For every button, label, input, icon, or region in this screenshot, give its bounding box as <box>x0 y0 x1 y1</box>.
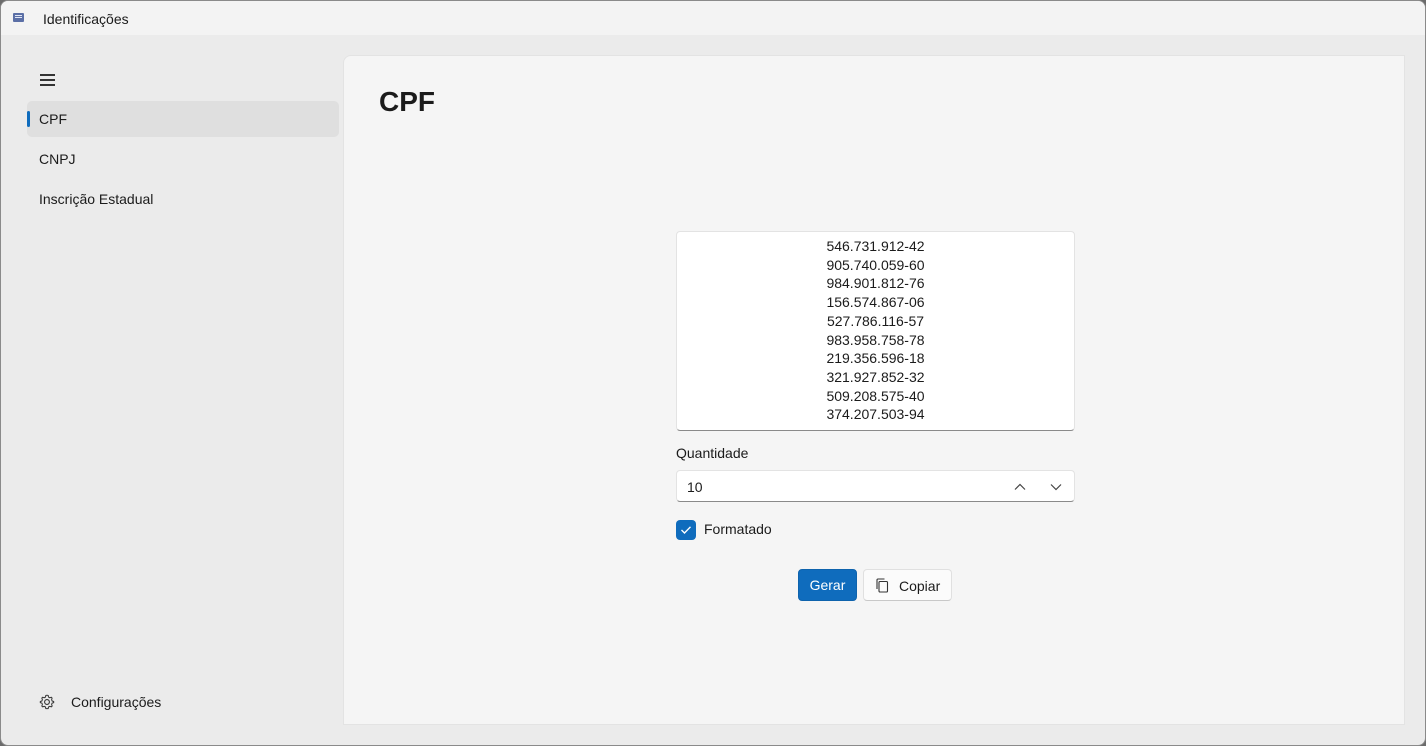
app-icon <box>13 13 24 22</box>
chevron-up-icon <box>1014 483 1026 490</box>
hamburger-icon <box>39 75 55 85</box>
cpf-output-line: 527.786.116-57 <box>826 312 925 329</box>
quantity-number-box[interactable]: 10 <box>676 470 1075 502</box>
generate-button-label: Gerar <box>809 577 846 593</box>
cpf-output-line: 219.356.596-18 <box>826 350 925 367</box>
copy-button[interactable]: Copiar <box>863 569 952 601</box>
cpf-output-line: 984.901.812-76 <box>826 275 925 292</box>
cpf-output-line: 321.927.852-32 <box>826 368 925 385</box>
copy-button-label: Copiar <box>899 578 941 594</box>
formatted-checkbox[interactable] <box>676 520 696 540</box>
gear-icon <box>39 694 55 710</box>
decrement-button[interactable] <box>1041 477 1071 497</box>
quantity-value[interactable]: 10 <box>687 479 703 495</box>
cpf-output-line: 156.574.867-06 <box>826 294 925 311</box>
nav-item-settings[interactable]: Configurações <box>27 685 339 719</box>
nav-item-label: CNPJ <box>39 151 76 167</box>
nav-item-inscricao-estadual[interactable]: Inscrição Estadual <box>27 181 339 217</box>
increment-button[interactable] <box>1005 477 1035 497</box>
nav-item-label: CPF <box>39 111 67 127</box>
quantity-label: Quantidade <box>676 445 749 461</box>
chevron-down-icon <box>1050 484 1062 491</box>
app-window: Identificações CPF CNPJ Inscrição Estadu… <box>0 0 1426 746</box>
cpf-output-line: 509.208.575-40 <box>826 387 925 404</box>
navigation-pane: CPF CNPJ Inscrição Estadual Configuraçõe… <box>1 35 343 745</box>
checkmark-icon <box>681 526 692 534</box>
copy-icon <box>876 578 889 593</box>
nav-item-cnpj[interactable]: CNPJ <box>27 141 339 177</box>
settings-label: Configurações <box>71 694 162 710</box>
generate-button[interactable]: Gerar <box>798 569 857 601</box>
cpf-output-line: 374.207.503-94 <box>826 406 925 423</box>
content-area: CPF 546.731.912-42 905.740.059-60 984.901.… <box>343 55 1405 725</box>
title-bar: Identificações <box>1 1 1425 35</box>
window-title: Identificações <box>43 11 129 27</box>
cpf-output-line: 546.731.912-42 <box>826 238 925 254</box>
cpf-output-line: 905.740.059-60 <box>826 256 925 273</box>
page-title: CPF <box>379 86 435 117</box>
cpf-output-line: 983.958.758-78 <box>826 331 925 348</box>
menu-toggle-button[interactable] <box>27 65 67 95</box>
nav-item-label: Inscrição Estadual <box>39 191 154 207</box>
nav-item-cpf[interactable]: CPF <box>27 101 339 137</box>
formatted-label: Formatado <box>704 521 772 537</box>
cpf-output-textbox[interactable]: 546.731.912-42 905.740.059-60 984.901.812-… <box>676 231 1075 431</box>
